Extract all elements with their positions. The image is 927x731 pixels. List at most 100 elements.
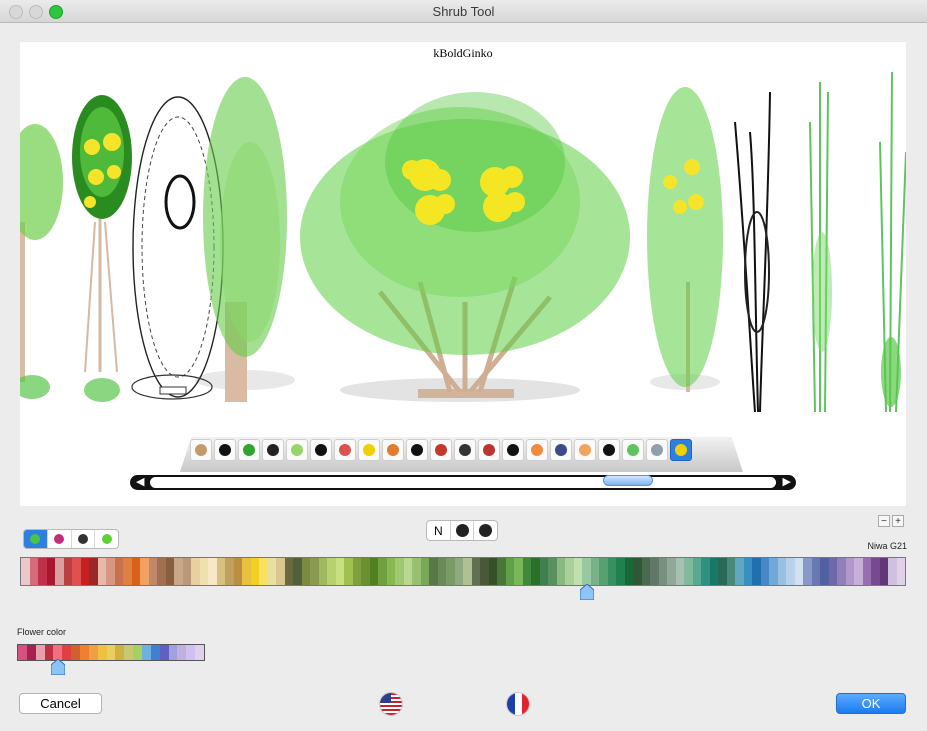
color-swatch[interactable] xyxy=(88,645,98,660)
color-swatch[interactable] xyxy=(505,558,514,585)
color-swatch[interactable] xyxy=(327,558,336,585)
color-swatch[interactable] xyxy=(195,645,205,660)
color-swatch[interactable] xyxy=(599,558,608,585)
color-swatch[interactable] xyxy=(233,558,242,585)
color-swatch[interactable] xyxy=(514,558,523,585)
color-swatch[interactable] xyxy=(216,558,225,585)
color-swatch[interactable] xyxy=(786,558,795,585)
shrub-thumbnail[interactable] xyxy=(502,439,524,461)
color-swatch[interactable] xyxy=(259,558,268,585)
color-swatch[interactable] xyxy=(124,645,134,660)
color-swatch[interactable] xyxy=(157,558,166,585)
color-swatch[interactable] xyxy=(18,645,27,660)
shrub-thumbnail[interactable] xyxy=(262,439,284,461)
flower-color-palette[interactable] xyxy=(17,644,205,661)
shrub-thumbnail[interactable] xyxy=(214,439,236,461)
color-swatch[interactable] xyxy=(854,558,863,585)
color-swatch[interactable] xyxy=(497,558,506,585)
color-swatch[interactable] xyxy=(267,558,276,585)
color-swatch[interactable] xyxy=(140,558,149,585)
shrub-thumbnail[interactable] xyxy=(358,439,380,461)
color-swatch[interactable] xyxy=(862,558,871,585)
color-swatch[interactable] xyxy=(38,558,47,585)
color-swatch[interactable] xyxy=(310,558,319,585)
palette-slider-marker[interactable] xyxy=(580,584,595,600)
color-swatch[interactable] xyxy=(395,558,404,585)
color-swatch[interactable] xyxy=(675,558,684,585)
color-swatch[interactable] xyxy=(794,558,803,585)
normal-mode-button[interactable]: N xyxy=(427,521,451,540)
color-swatch[interactable] xyxy=(760,558,769,585)
color-swatch[interactable] xyxy=(199,558,208,585)
color-swatch[interactable] xyxy=(650,558,659,585)
shrub-thumbnail[interactable] xyxy=(670,439,692,461)
color-swatch[interactable] xyxy=(624,558,633,585)
shrub-thumbnail[interactable] xyxy=(310,439,332,461)
color-swatch[interactable] xyxy=(26,645,36,660)
color-swatch[interactable] xyxy=(769,558,778,585)
color-swatch[interactable] xyxy=(684,558,693,585)
color-swatch[interactable] xyxy=(80,645,89,660)
thumbnail-scrollbar[interactable]: ◀ ▶ xyxy=(130,475,796,490)
color-swatch[interactable] xyxy=(21,558,30,585)
color-swatch[interactable] xyxy=(46,558,55,585)
color-swatch[interactable] xyxy=(616,558,625,585)
color-swatch[interactable] xyxy=(352,558,361,585)
zoom-out-button[interactable]: − xyxy=(878,515,890,527)
color-swatch[interactable] xyxy=(177,645,187,660)
color-swatch[interactable] xyxy=(159,645,169,660)
color-swatch[interactable] xyxy=(718,558,727,585)
shrub-thumbnail[interactable] xyxy=(526,439,548,461)
color-swatch[interactable] xyxy=(403,558,412,585)
color-swatch[interactable] xyxy=(752,558,761,585)
scrollbar-track[interactable] xyxy=(150,477,776,488)
color-swatch[interactable] xyxy=(284,558,293,585)
color-swatch[interactable] xyxy=(590,558,599,585)
ok-button[interactable]: OK xyxy=(836,693,906,714)
color-swatch[interactable] xyxy=(888,558,897,585)
color-swatch[interactable] xyxy=(471,558,480,585)
foliage-mode-button[interactable] xyxy=(24,530,48,548)
shrub-thumbnail[interactable] xyxy=(406,439,428,461)
color-swatch[interactable] xyxy=(837,558,846,585)
zoom-in-button[interactable]: + xyxy=(892,515,904,527)
us-flag-icon[interactable] xyxy=(380,693,402,715)
color-swatch[interactable] xyxy=(896,558,905,585)
shrub-thumbnail[interactable] xyxy=(454,439,476,461)
color-swatch[interactable] xyxy=(71,645,81,660)
shrub-thumbnail[interactable] xyxy=(598,439,620,461)
color-swatch[interactable] xyxy=(463,558,472,585)
color-swatch[interactable] xyxy=(607,558,616,585)
color-swatch[interactable] xyxy=(522,558,531,585)
color-swatch[interactable] xyxy=(820,558,829,585)
color-swatch[interactable] xyxy=(165,558,174,585)
foliage-mode-button[interactable] xyxy=(48,530,72,548)
color-swatch[interactable] xyxy=(53,645,63,660)
color-swatch[interactable] xyxy=(72,558,81,585)
foliage-color-palette[interactable] xyxy=(20,557,906,586)
color-swatch[interactable] xyxy=(318,558,327,585)
color-swatch[interactable] xyxy=(871,558,880,585)
shrub-thumbnail[interactable] xyxy=(382,439,404,461)
color-swatch[interactable] xyxy=(488,558,497,585)
color-swatch[interactable] xyxy=(142,645,151,660)
color-swatch[interactable] xyxy=(182,558,191,585)
color-swatch[interactable] xyxy=(420,558,429,585)
scroll-left-arrow-icon[interactable]: ◀ xyxy=(136,476,144,489)
shrub-thumbnail[interactable] xyxy=(430,439,452,461)
color-swatch[interactable] xyxy=(735,558,744,585)
color-swatch[interactable] xyxy=(556,558,565,585)
scroll-right-arrow-icon[interactable]: ▶ xyxy=(783,476,791,489)
foliage-mode-button[interactable] xyxy=(95,530,118,548)
shrub-thumbnail[interactable] xyxy=(550,439,572,461)
color-swatch[interactable] xyxy=(811,558,820,585)
color-swatch[interactable] xyxy=(131,558,140,585)
color-swatch[interactable] xyxy=(692,558,701,585)
color-swatch[interactable] xyxy=(641,558,650,585)
color-swatch[interactable] xyxy=(115,645,125,660)
shrub-thumbnail[interactable] xyxy=(238,439,260,461)
color-swatch[interactable] xyxy=(106,558,115,585)
color-swatch[interactable] xyxy=(133,645,143,660)
color-swatch[interactable] xyxy=(89,558,98,585)
color-swatch[interactable] xyxy=(531,558,540,585)
